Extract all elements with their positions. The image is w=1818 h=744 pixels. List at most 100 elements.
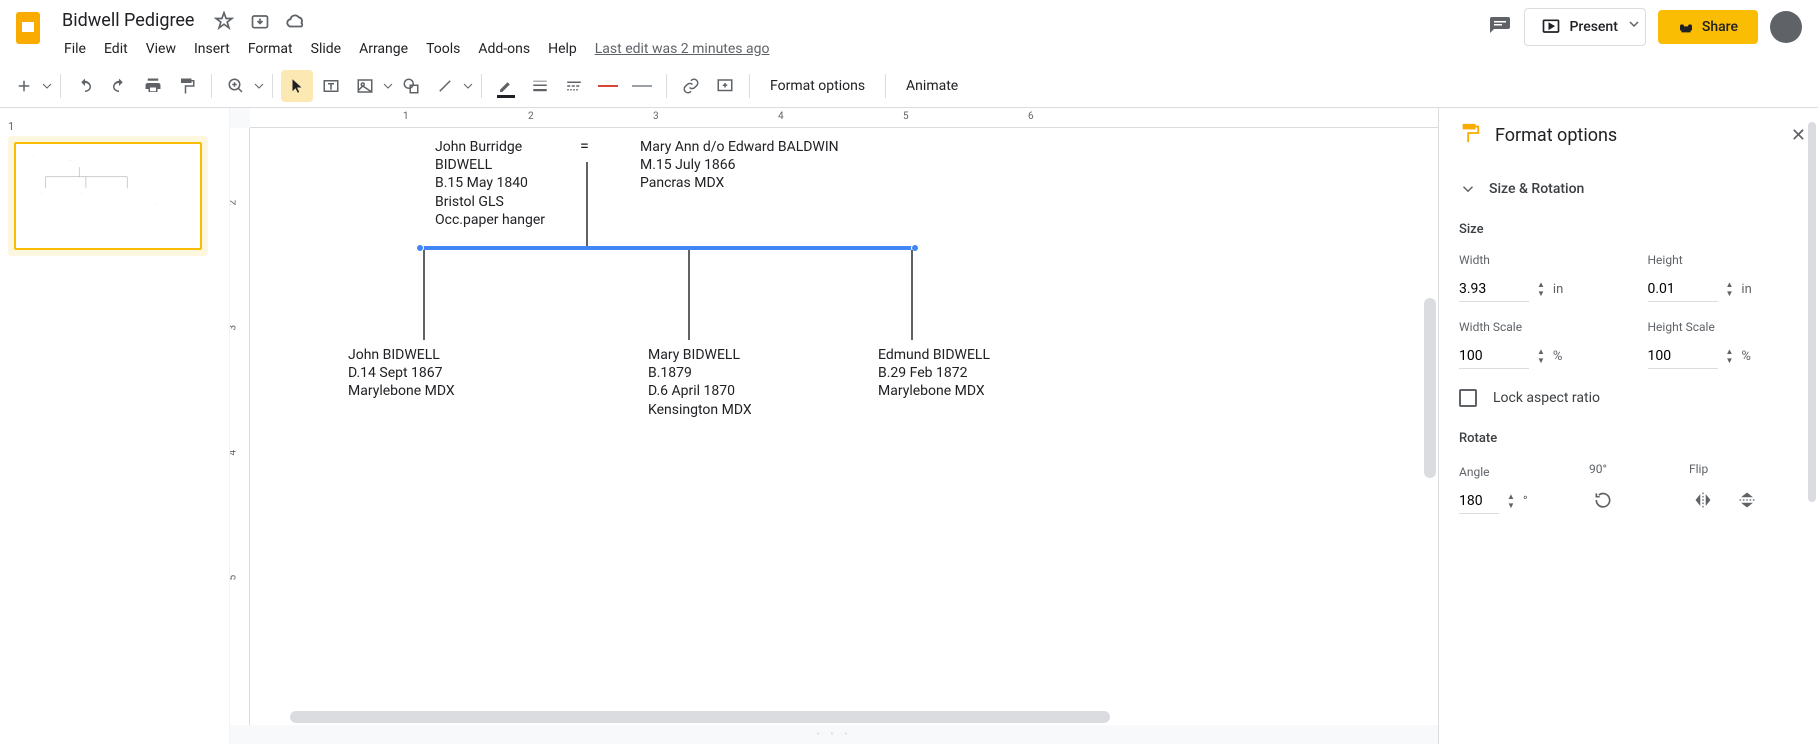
selected-horizontal-line[interactable] [420,246,915,250]
zoom-button[interactable] [220,70,252,102]
share-label: Share [1702,19,1738,35]
height-scale-input[interactable] [1648,344,1718,369]
menu-edit[interactable]: Edit [96,37,136,61]
star-icon[interactable] [212,9,236,33]
lock-aspect-checkbox[interactable] [1459,389,1477,407]
rotate-90-button[interactable] [1589,486,1617,514]
connector-child3[interactable] [911,250,913,340]
line-dash-button[interactable] [558,70,590,102]
father-textbox[interactable]: John Burridge BIDWELL B.15 May 1840 Bris… [435,138,545,229]
menubar: File Edit View Insert Format Slide Arran… [52,33,1488,61]
textbox-tool[interactable] [315,70,347,102]
shape-tool[interactable] [395,70,427,102]
connector-child1[interactable] [423,250,425,340]
height-unit: in [1741,282,1751,297]
collapse-toolbar-icon[interactable] [1784,8,1802,30]
format-options-button[interactable]: Format options [758,72,877,100]
width-scale-label: Width Scale [1459,320,1618,334]
filmstrip[interactable]: 1 ··· ··· ··· ··· ··· [0,108,230,744]
move-icon[interactable] [248,9,272,33]
canvas-area: 1 2 3 4 5 6 2 3 4 5 John Burridge BIDWEL… [230,108,1438,744]
redo-button[interactable] [103,70,135,102]
equals-symbol: = [580,136,589,157]
width-scale-stepper[interactable]: ▲▼ [1537,348,1545,365]
slide-number: 1 [8,120,14,133]
document-title[interactable]: Bidwell Pedigree [56,8,200,33]
svg-text:···: ··· [41,191,44,195]
toolbar: Format options Animate [0,64,1818,108]
line-weight-button[interactable] [524,70,556,102]
angle-stepper[interactable]: ▲▼ [1507,493,1515,510]
menu-view[interactable]: View [138,37,184,61]
new-slide-button[interactable] [8,70,40,102]
ruler-vertical[interactable]: 2 3 4 5 [230,128,250,725]
share-button[interactable]: Share [1658,10,1758,44]
line-tool[interactable] [429,70,461,102]
comments-icon[interactable] [1488,15,1512,39]
format-options-panel: Format options ✕ Size & Rotation Size Wi… [1438,108,1818,744]
slides-logo[interactable] [8,8,48,48]
present-label: Present [1569,19,1617,35]
ruler-horizontal[interactable]: 1 2 3 4 5 6 [250,108,1438,128]
size-rotation-section-toggle[interactable]: Size & Rotation [1459,172,1806,206]
last-edit-link[interactable]: Last edit was 2 minutes ago [587,37,778,61]
angle-input[interactable] [1459,489,1499,514]
child1-textbox[interactable]: John BIDWELL D.14 Sept 1867 Marylebone M… [348,346,455,401]
image-dropdown[interactable] [383,70,393,102]
image-tool[interactable] [349,70,381,102]
menu-arrange[interactable]: Arrange [351,37,416,61]
child2-textbox[interactable]: Mary BIDWELL B.1879 D.6 April 1870 Kensi… [648,346,752,419]
connector-down-parent[interactable] [586,162,588,248]
line-end-button[interactable] [626,70,658,102]
animate-button[interactable]: Animate [894,72,970,100]
canvas-scrollbar-vertical[interactable] [1424,148,1436,705]
menu-slide[interactable]: Slide [303,37,349,61]
rotate-subheading: Rotate [1459,431,1806,446]
height-stepper[interactable]: ▲▼ [1726,281,1734,298]
svg-text:···: ··· [31,155,34,159]
present-button[interactable]: Present [1524,8,1634,46]
close-icon[interactable]: ✕ [1791,125,1806,146]
width-scale-input[interactable] [1459,344,1529,369]
sidebar-scrollbar[interactable] [1808,122,1816,730]
mother-textbox[interactable]: Mary Ann d/o Edward BALDWIN M.15 July 18… [640,138,839,193]
new-slide-dropdown[interactable] [42,70,52,102]
menu-insert[interactable]: Insert [186,37,238,61]
height-scale-unit: % [1741,349,1751,364]
menu-tools[interactable]: Tools [418,37,468,61]
height-input[interactable] [1648,277,1718,302]
flip-vertical-button[interactable] [1733,486,1761,514]
slide-thumbnail[interactable]: ··· ··· ··· ··· ··· [14,142,202,250]
line-dropdown[interactable] [463,70,473,102]
slide-canvas[interactable]: John Burridge BIDWELL B.15 May 1840 Bris… [250,128,1438,725]
select-tool[interactable] [281,70,313,102]
height-label: Height [1648,253,1807,267]
sidebar-title: Format options [1495,125,1777,146]
undo-button[interactable] [69,70,101,102]
insert-link-button[interactable] [675,70,707,102]
canvas-scrollbar-horizontal[interactable] [270,711,1418,723]
menu-format[interactable]: Format [240,37,301,61]
menu-file[interactable]: File [56,37,94,61]
menu-addons[interactable]: Add-ons [470,37,538,61]
line-color-button[interactable] [490,70,522,102]
width-scale-unit: % [1553,349,1563,364]
height-scale-stepper[interactable]: ▲▼ [1726,348,1734,365]
insert-comment-button[interactable] [709,70,741,102]
cloud-icon[interactable] [284,9,308,33]
flip-horizontal-button[interactable] [1689,486,1717,514]
menu-help[interactable]: Help [540,37,585,61]
present-dropdown[interactable] [1623,8,1646,46]
width-input[interactable] [1459,277,1529,302]
size-subheading: Size [1459,222,1806,237]
speaker-notes-handle[interactable]: • • • [230,725,1438,744]
title-area: Bidwell Pedigree File Edit View Insert F… [52,8,1488,61]
width-stepper[interactable]: ▲▼ [1537,281,1545,298]
connector-child2[interactable] [688,250,690,340]
paint-format-button[interactable] [171,70,203,102]
child3-textbox[interactable]: Edmund BIDWELL B.29 Feb 1872 Marylebone … [878,346,990,401]
line-start-button[interactable] [592,70,624,102]
svg-text:···: ··· [70,158,73,162]
zoom-dropdown[interactable] [254,70,264,102]
print-button[interactable] [137,70,169,102]
